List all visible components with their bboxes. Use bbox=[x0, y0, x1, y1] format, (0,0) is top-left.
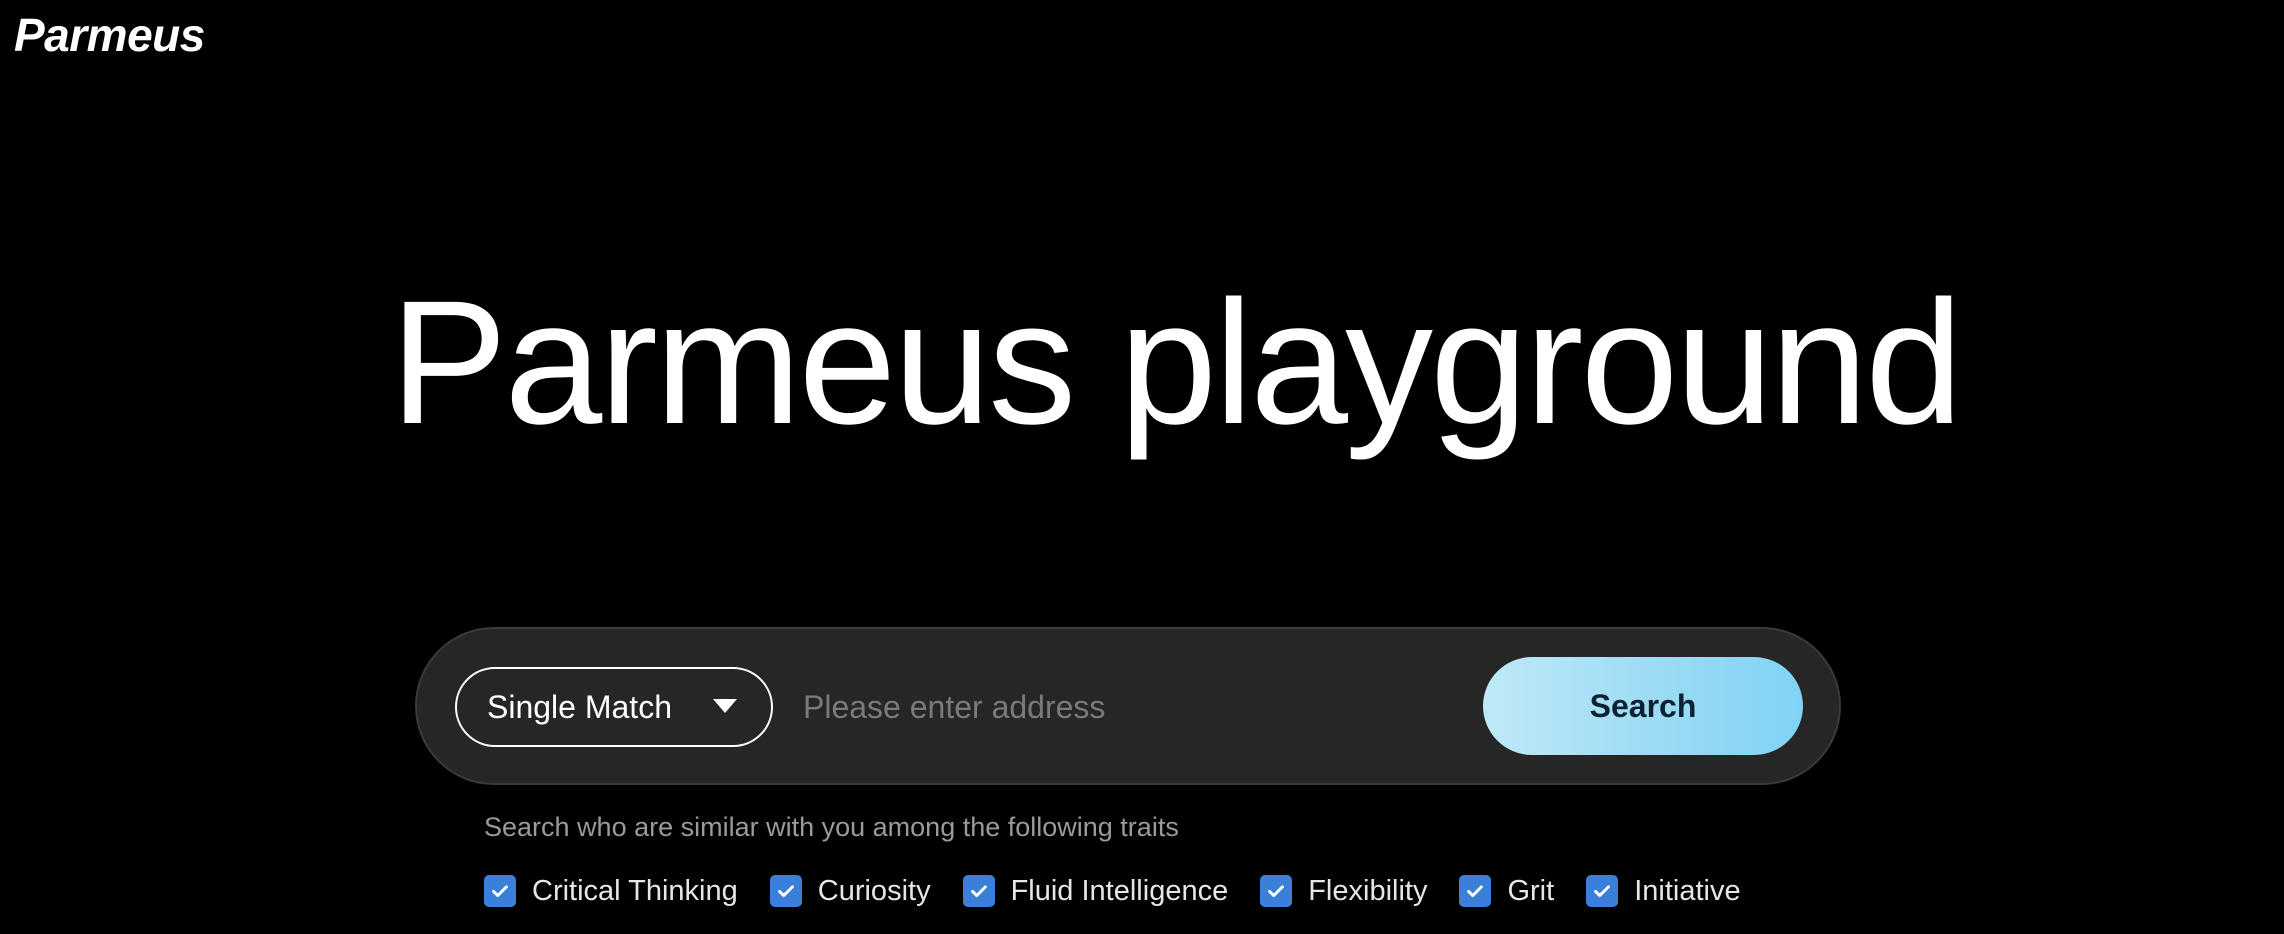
page-title: Parmeus playground bbox=[390, 265, 1963, 461]
trait-label: Fluid Intelligence bbox=[1010, 874, 1229, 907]
search-button[interactable]: Search bbox=[1483, 657, 1803, 755]
trait-curiosity[interactable]: Curiosity bbox=[769, 874, 931, 908]
checkbox-checked-icon[interactable] bbox=[769, 875, 802, 907]
page: Parmeus Parmeus playground Single Match … bbox=[0, 0, 2284, 934]
trait-critical-thinking[interactable]: Critical Thinking bbox=[484, 875, 738, 908]
search-bar: Single Match Search bbox=[415, 627, 1841, 785]
checkbox-checked-icon[interactable] bbox=[962, 875, 995, 907]
trait-label: Curiosity bbox=[817, 874, 931, 907]
logo[interactable]: Parmeus bbox=[14, 8, 205, 62]
trait-initiative[interactable]: Initiative bbox=[1586, 874, 1741, 908]
mode-select-dropdown[interactable]: Single Match bbox=[455, 667, 773, 747]
trait-label: Initiative bbox=[1634, 874, 1741, 907]
trait-label: Grit bbox=[1507, 874, 1555, 907]
traits-helper-text: Search who are similar with you among th… bbox=[484, 812, 1179, 842]
checkbox-checked-icon[interactable] bbox=[1459, 875, 1492, 907]
trait-label: Critical Thinking bbox=[532, 874, 738, 907]
trait-label: Flexibility bbox=[1308, 874, 1428, 907]
chevron-down-icon bbox=[713, 699, 737, 713]
traits-checkbox-list: Critical Thinking Curiosity Fluid Intell… bbox=[484, 873, 1773, 909]
trait-fluid-intelligence[interactable]: Fluid Intelligence bbox=[962, 874, 1229, 908]
trait-grit[interactable]: Grit bbox=[1459, 875, 1554, 908]
address-input[interactable] bbox=[795, 667, 1415, 747]
checkbox-checked-icon[interactable] bbox=[1586, 875, 1619, 907]
checkbox-checked-icon[interactable] bbox=[484, 875, 516, 907]
mode-select-label: Single Match bbox=[487, 688, 672, 725]
checkbox-checked-icon[interactable] bbox=[1260, 875, 1293, 907]
trait-flexibility[interactable]: Flexibility bbox=[1260, 875, 1427, 908]
